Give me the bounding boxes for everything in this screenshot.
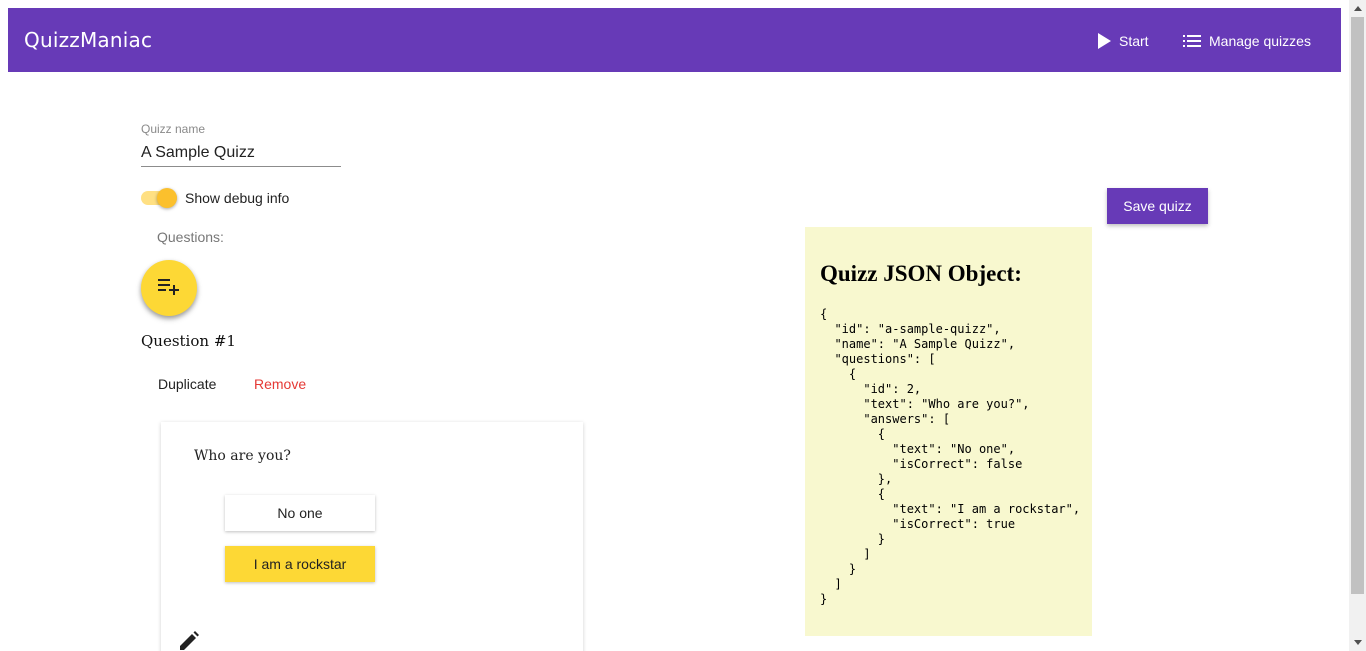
manage-quizzes-button[interactable]: Manage quizzes [1183, 30, 1311, 52]
scroll-up-arrow-icon[interactable] [1349, 0, 1366, 17]
quizz-name-label: Quizz name [141, 122, 206, 136]
json-panel-heading: Quizz JSON Object: [820, 261, 1022, 286]
question-text: Who are you? [194, 448, 291, 464]
app-toolbar: QuizzManiac Start Manage quizzes [8, 8, 1341, 72]
manage-quizzes-label: Manage quizzes [1209, 33, 1311, 49]
quiz-editor-page: QuizzManiac Start Manage quizzes Quizz n… [0, 0, 1366, 651]
add-question-button[interactable] [141, 260, 197, 316]
debug-info-label[interactable]: Show debug info [185, 190, 289, 206]
quizz-name-input[interactable] [141, 140, 341, 167]
duplicate-question-button[interactable]: Duplicate [158, 376, 216, 392]
scroll-down-arrow-icon[interactable] [1349, 634, 1366, 651]
answer-option[interactable]: No one [225, 495, 375, 531]
app-title[interactable]: QuizzManiac [24, 28, 152, 52]
playlist-add-icon [158, 277, 180, 300]
start-button[interactable]: Start [1097, 30, 1149, 52]
scroll-thumb[interactable] [1351, 17, 1364, 594]
page-scrollbar[interactable] [1349, 0, 1366, 651]
start-button-label: Start [1119, 33, 1149, 49]
questions-label: Questions: [157, 229, 224, 245]
toggle-thumb [157, 188, 177, 208]
debug-info-toggle[interactable] [141, 187, 179, 209]
question-card: Who are you? No one I am a rockstar [161, 422, 583, 651]
remove-question-button[interactable]: Remove [254, 376, 306, 392]
question-title: Question #1 [141, 332, 236, 350]
play-icon [1097, 33, 1111, 49]
quizz-json-panel: Quizz JSON Object: { "id": "a-sample-qui… [805, 227, 1092, 636]
json-panel-content: { "id": "a-sample-quizz", "name": "A Sam… [820, 307, 1081, 606]
pencil-icon[interactable] [178, 630, 200, 651]
save-quizz-button[interactable]: Save quizz [1107, 188, 1208, 224]
list-icon [1183, 34, 1201, 48]
answer-option-correct[interactable]: I am a rockstar [225, 546, 375, 582]
